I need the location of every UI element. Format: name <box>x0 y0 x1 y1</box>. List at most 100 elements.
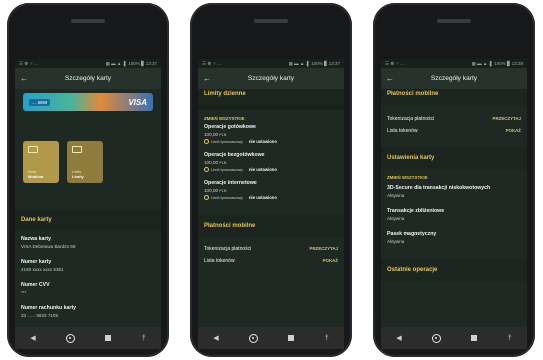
row-label: Numer karty <box>21 259 52 265</box>
phone-frame-2: ☰ ☸ ♂ ... ▩ ▬ ▲ .▌ 100% ▊ 13:37 ← Szczeg… <box>190 3 352 357</box>
row-cvv: Numer CVV *** <box>15 277 161 300</box>
section-title-mobile-payments: Płatności mobilne <box>381 89 527 105</box>
row-label: Numer rachunku karty <box>21 305 77 311</box>
row-card-number: Numer karty 4160 xxxx xxxx 5361 <box>15 254 161 277</box>
temp-value: nie ustawiono <box>249 139 277 144</box>
page-title: Szczegóły karty <box>247 75 295 82</box>
phone-speaker <box>437 19 471 23</box>
status-icons-left: ☰ ☸ ♂ ... <box>385 60 404 66</box>
app-bar: ← Szczegóły karty <box>198 68 344 89</box>
setting-3d-secure[interactable]: 3D-Secure dla transakcji niskokwotowych … <box>381 180 527 203</box>
card-icon <box>28 146 38 153</box>
content-area: .... 5869 VISA Karta Mobilna Limity Limi… <box>15 89 161 327</box>
screen-card-details: ☰ ☸ ♂ ... ▩ ▬ ▲ .▌ 100% ▊ 13:37 ← Szczeg… <box>15 59 161 349</box>
limit-amount: 100,00 PLN <box>204 132 338 137</box>
read-link[interactable]: PRZECZYTAJ <box>493 116 521 122</box>
tile-value: Limity <box>72 174 84 179</box>
limit-cashless[interactable]: Operacje bezgotówkowe 100,00 PLN Limit t… <box>198 149 344 177</box>
read-link[interactable]: PRZECZYTAJ <box>310 246 338 252</box>
nav-back-icon[interactable]: ◀ <box>30 334 35 342</box>
row-label: Tokenizacja płatności <box>387 116 435 122</box>
phone-speaker <box>254 19 288 23</box>
status-bar: ☰ ☸ ♂ ... ▩ ▬ ▲ .▌ 100% ▊ 13:37 <box>15 59 161 68</box>
status-bar: ☰ ☸ ♂ ... ▩ ▬ ▲ .▌ 100% ▊ 13:38 <box>381 59 527 68</box>
row-value: *** <box>21 290 27 295</box>
temp-value: nie ustawiono <box>249 195 277 200</box>
show-link[interactable]: POKAŻ <box>323 258 338 264</box>
temp-label: Limit tymczasowy: <box>211 167 244 172</box>
row-card-name: Nazwa karty VISA Debetowa Bardzo 69 <box>15 231 161 254</box>
accessibility-icon[interactable]: † <box>325 335 329 342</box>
row-label: Lista tokenów <box>204 258 235 264</box>
page-title: Szczegóły karty <box>64 75 112 82</box>
row-token-list: Lista tokenów POKAŻ <box>381 125 527 137</box>
tile-limits[interactable]: Limity Limity <box>67 141 103 183</box>
phone-frame-1: ☰ ☸ ♂ ... ▩ ▬ ▲ .▌ 100% ▊ 13:37 ← Szczeg… <box>7 3 169 357</box>
section-title-daily-limits: Limity dzienne <box>198 89 344 105</box>
status-icons-left: ☰ ☸ ♂ ... <box>202 60 221 66</box>
setting-magnetic-stripe[interactable]: Pasek magnetyczny Aktywna <box>381 226 527 249</box>
nav-recent-apps-icon[interactable] <box>288 335 295 341</box>
back-arrow-icon[interactable]: ← <box>203 74 213 83</box>
content-area: Limity dzienne ZMIEŃ WSZYSTKIE Operacje … <box>198 89 344 327</box>
row-tokenization: Tokenizacja płatności PRZECZYTAJ <box>198 243 344 255</box>
visa-logo: VISA <box>128 97 147 107</box>
row-label: Transakcje zbliżeniowe <box>387 208 445 214</box>
row-value: Aktywna <box>387 193 405 198</box>
nav-recent-apps-icon[interactable] <box>105 335 112 341</box>
status-bar: ☰ ☸ ♂ ... ▩ ▬ ▲ .▌ 100% ▊ 13:37 <box>198 59 344 68</box>
row-account-number: Numer rachunku karty 33 ...... 9633 7105 <box>15 300 161 323</box>
clock-icon <box>204 139 209 144</box>
amount-value: 100,00 <box>204 132 219 137</box>
phone-speaker <box>71 19 105 23</box>
temp-limit: Limit tymczasowy: nie ustawiono <box>204 167 338 172</box>
limit-cash[interactable]: Operacje gotówkowe 100,00 PLN Limit tymc… <box>198 121 344 149</box>
status-icons-left: ☰ ☸ ♂ ... <box>19 60 38 66</box>
section-title-card-data: Dane karty <box>15 209 161 231</box>
limit-amount: 100,00 PLN <box>204 160 338 165</box>
limit-internet[interactable]: Operacje internetowe 100,00 PLN Limit ty… <box>198 177 344 205</box>
show-link[interactable]: POKAŻ <box>506 128 521 134</box>
accessibility-icon[interactable]: † <box>142 335 146 342</box>
nav-back-icon[interactable]: ◀ <box>213 334 218 342</box>
back-arrow-icon[interactable]: ← <box>386 74 396 83</box>
row-label: Numer CVV <box>21 282 50 288</box>
limit-title: Operacje internetowe <box>204 180 257 186</box>
back-arrow-icon[interactable]: ← <box>20 74 30 83</box>
row-value: 33 ...... 9633 7105 <box>21 313 59 318</box>
row-value: VISA Debetowa Bardzo 69 <box>21 244 76 249</box>
row-label: Pasek magnetyczny <box>387 231 437 237</box>
content-area: Płatności mobilne Tokenizacja płatności … <box>381 89 527 327</box>
temp-label: Limit tymczasowy: <box>211 195 244 200</box>
temp-value: nie ustawiono <box>249 167 277 172</box>
tile-value: Mobilna <box>28 174 44 179</box>
android-nav-bar: ◀ † <box>15 327 161 349</box>
android-nav-bar: ◀ † <box>381 327 527 349</box>
limits-icon <box>72 146 82 153</box>
phone-frame-3: ☰ ☸ ♂ ... ▩ ▬ ▲ .▌ 100% ▊ 13:38 ← Szczeg… <box>373 3 535 357</box>
amount-unit: PLN <box>219 161 227 165</box>
clock-icon <box>204 195 209 200</box>
accessibility-icon[interactable]: † <box>508 335 512 342</box>
card-image[interactable]: .... 5869 VISA <box>23 93 153 111</box>
amount-value: 100,00 <box>204 160 219 165</box>
row-value: Aktywna <box>387 216 405 221</box>
nav-back-icon[interactable]: ◀ <box>396 334 401 342</box>
limit-amount: 100,00 PLN <box>204 188 338 193</box>
section-title-recent-operations: Ostatnie operacje <box>381 259 527 281</box>
row-tokenization: Tokenizacja płatności PRZECZYTAJ <box>381 113 527 125</box>
tile-mobile-card[interactable]: Karta Mobilna <box>23 141 59 183</box>
nav-recent-apps-icon[interactable] <box>471 335 478 341</box>
nav-home-icon[interactable] <box>249 333 259 343</box>
nav-home-icon[interactable] <box>66 333 76 343</box>
nav-home-icon[interactable] <box>432 333 442 343</box>
row-token-list: Lista tokenów POKAŻ <box>198 255 344 267</box>
row-value: 4160 xxxx xxxx 5361 <box>21 267 64 272</box>
setting-contactless[interactable]: Transakcje zbliżeniowe Aktywna <box>381 203 527 226</box>
screen-card-limits: ☰ ☸ ♂ ... ▩ ▬ ▲ .▌ 100% ▊ 13:37 ← Szczeg… <box>198 59 344 349</box>
